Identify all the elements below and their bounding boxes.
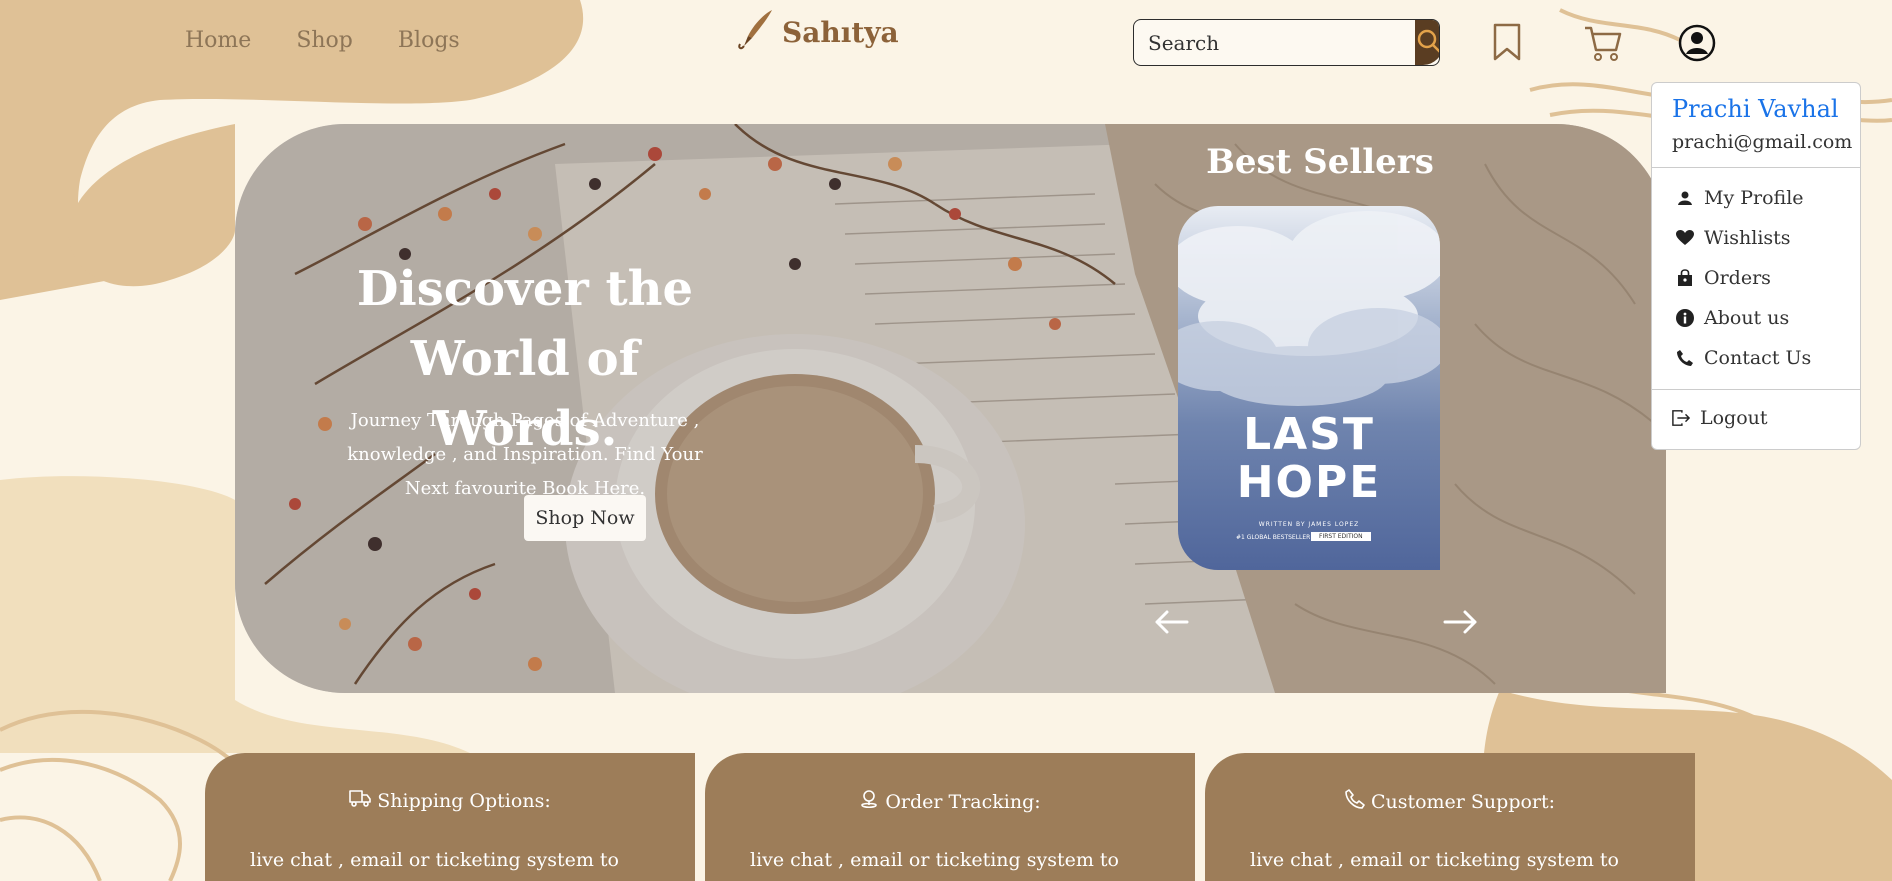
arrow-right-icon <box>1443 610 1479 638</box>
main-nav: Home Shop Blogs <box>185 28 460 53</box>
book-tag-edition: FIRST EDITION <box>1311 532 1371 541</box>
phone-icon <box>1345 789 1365 814</box>
person-icon <box>1676 189 1694 207</box>
card-title: Shipping Options: <box>377 789 551 812</box>
arrow-left-icon <box>1153 610 1189 638</box>
carousel-prev-button[interactable] <box>1153 609 1189 638</box>
menu-item-about-us[interactable]: About us <box>1676 307 1789 329</box>
account-button[interactable] <box>1678 24 1716 66</box>
search-bar <box>1133 19 1440 66</box>
heart-icon <box>1676 229 1694 247</box>
dropdown-divider <box>1652 389 1860 390</box>
dropdown-divider <box>1652 167 1860 168</box>
menu-item-wishlists[interactable]: Wishlists <box>1676 227 1791 249</box>
card-title: Customer Support: <box>1370 790 1556 813</box>
bookmark-icon <box>1491 22 1523 66</box>
best-sellers-title: Best Sellers <box>1206 142 1434 182</box>
account-dropdown: Prachi Vavhal prachi@gmail.com My Profil… <box>1651 82 1861 450</box>
cloud-illustration <box>1178 211 1440 406</box>
logout-button[interactable]: Logout <box>1672 407 1768 429</box>
menu-item-label: Contact Us <box>1704 347 1812 369</box>
carousel-next-button[interactable] <box>1443 609 1479 638</box>
quill-icon <box>736 8 776 56</box>
search-icon <box>1415 27 1439 58</box>
cart-button[interactable] <box>1583 24 1623 66</box>
nav-shop-link[interactable]: Shop <box>296 28 353 53</box>
phone-icon <box>1676 349 1694 367</box>
nav-blogs-link[interactable]: Blogs <box>398 28 460 53</box>
hero-subtitle: Journey Through Pages of Adventure , kno… <box>347 410 703 499</box>
nav-home-link[interactable]: Home <box>185 28 251 53</box>
menu-item-contact-us[interactable]: Contact Us <box>1676 347 1811 369</box>
menu-item-label: My Profile <box>1704 187 1804 209</box>
card-title: Order Tracking: <box>885 790 1041 813</box>
logout-label: Logout <box>1700 407 1768 429</box>
book-title: LAST HOPE <box>1236 409 1382 508</box>
bag-icon <box>1676 269 1694 287</box>
search-input[interactable] <box>1134 20 1415 65</box>
book-author: WRITTEN BY JAMES LOPEZ <box>1258 521 1360 528</box>
feature-card-support: Customer Support: live chat , email or t… <box>1205 753 1695 881</box>
card-text: live chat , email or ticketing system to <box>750 849 1119 871</box>
search-button[interactable] <box>1415 20 1439 65</box>
feature-card-shipping: Shipping Options: live chat , email or t… <box>205 753 695 881</box>
truck-icon <box>349 789 372 812</box>
menu-item-orders[interactable]: Orders <box>1676 267 1771 289</box>
info-icon <box>1676 309 1694 327</box>
user-email: prachi@gmail.com <box>1672 131 1853 153</box>
hero-banner: Discover the World of Words. Journey Thr… <box>235 124 1666 693</box>
menu-item-my-profile[interactable]: My Profile <box>1676 187 1804 209</box>
logout-icon <box>1672 409 1690 427</box>
logo-text: Sahıtya <box>782 15 899 49</box>
cart-icon <box>1583 24 1623 66</box>
card-text: live chat , email or ticketing system to <box>1250 849 1619 871</box>
shop-now-button[interactable]: Shop Now <box>524 495 646 541</box>
feature-card-tracking: Order Tracking: live chat , email or tic… <box>705 753 1195 881</box>
card-text: live chat , email or ticketing system to <box>250 849 619 871</box>
user-name: Prachi Vavhal <box>1672 95 1839 123</box>
location-icon <box>859 789 879 814</box>
book-tag-bestseller: #1 GLOBAL BESTSELLER <box>1236 534 1311 541</box>
user-circle-icon <box>1678 24 1716 66</box>
site-logo[interactable]: Sahıtya <box>736 8 899 56</box>
menu-item-label: Orders <box>1704 267 1771 289</box>
menu-item-label: Wishlists <box>1704 227 1791 249</box>
bookmark-button[interactable] <box>1491 22 1523 66</box>
book-cover[interactable]: LAST HOPE WRITTEN BY JAMES LOPEZ #1 GLOB… <box>1178 206 1440 570</box>
menu-item-label: About us <box>1704 307 1790 329</box>
